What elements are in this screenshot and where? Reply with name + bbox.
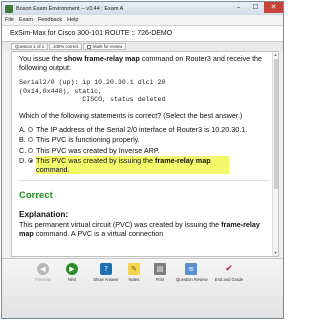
exam-title: ExSim-Max for Cisco 300-101 ROUTE :: 726… [10, 30, 173, 37]
vertical-scrollbar[interactable]: ▲ ▼ [272, 52, 278, 256]
question-text-lead: You issue the [19, 54, 64, 63]
maximize-button[interactable]: ☐ [247, 2, 264, 13]
explanation-tail: command. A PVC is a virtual connection [33, 229, 164, 239]
menu-file[interactable]: File [5, 17, 14, 23]
answer-letter: C. [19, 145, 27, 155]
question-pane: You issue the show frame-relay map comma… [11, 51, 279, 257]
divider [19, 180, 269, 182]
answer-text-lead: This PVC was created by issuing the [36, 155, 156, 165]
answer-text: This PVC was created by issuing the fram… [36, 155, 229, 175]
end-and-grade-icon: ✔ [225, 264, 233, 274]
answer-text: This PVC is functioning properly. [36, 135, 140, 145]
scroll-thumb[interactable] [273, 59, 278, 189]
show-answer-label: Show Answer [93, 277, 119, 282]
print-icon: ▤ [154, 263, 166, 275]
previous-button[interactable]: ◀ Previous [28, 263, 58, 287]
checkbox-icon[interactable] [87, 44, 92, 49]
answer-command: frame-relay map [155, 155, 211, 165]
explanation-lead: This permanent virtual circuit (PVC) was… [19, 220, 222, 230]
notes-icon: ✎ [128, 263, 140, 275]
question-content: You issue the show frame-relay map comma… [19, 54, 269, 238]
answer-option-a[interactable]: A. The IP address of the Serial 2/0 inte… [19, 125, 269, 134]
answer-text-tail: command. [36, 165, 70, 175]
end-and-grade-label: End and Grade [214, 277, 244, 282]
explanation-text: This permanent virtual circuit (PVC) was… [19, 220, 269, 238]
minimize-button[interactable]: – [230, 2, 247, 13]
menu-bar: File Exam Feedback Help [2, 15, 283, 25]
question-prompt: Which of the following statements is cor… [19, 111, 243, 121]
answer-option-c[interactable]: C. This PVC was created by Inverse ARP. [19, 146, 269, 155]
question-review-button[interactable]: ≡ Question Review [176, 263, 208, 287]
radio-button[interactable] [28, 147, 33, 153]
next-arrow-icon: ▶ [66, 263, 78, 275]
app-icon [5, 4, 13, 13]
question-counter: Question 1 of 1 [11, 43, 49, 50]
scroll-up-icon[interactable]: ▲ [273, 52, 278, 58]
answer-option-b[interactable]: B. This PVC is functioning properly. [19, 135, 269, 144]
answer-text: This PVC was created by Inverse ARP. [36, 145, 160, 155]
mark-for-review-checkbox[interactable]: Mark for review [83, 43, 127, 50]
menu-exam[interactable]: Exam [19, 17, 33, 23]
answer-letter: D. [19, 155, 27, 165]
question-text: You issue the show frame-relay map comma… [19, 54, 269, 72]
radio-button[interactable] [28, 127, 33, 133]
question-review-icon: ≡ [185, 263, 197, 275]
print-button[interactable]: ▤ Print [145, 263, 175, 287]
show-answer-icon: ? [100, 263, 112, 275]
window-title: Boson Exam Environment -- v3.44 : Exam A [16, 5, 124, 12]
exam-window: Boson Exam Environment -- v3.44 : Exam A… [1, 1, 284, 319]
answer-option-d[interactable]: D. This PVC was created by issuing the f… [19, 155, 269, 175]
question-review-label: Question Review [176, 277, 208, 282]
next-label: Next [67, 277, 77, 282]
end-and-grade-button[interactable]: ✔ End and Grade [214, 263, 244, 287]
result-label: Correct [19, 190, 53, 202]
title-bar: Boson Exam Environment -- v3.44 : Exam A… [2, 2, 283, 15]
percent-correct: 100% correct [49, 43, 83, 50]
answer-text: The IP address of the Serial 2/0 interfa… [36, 125, 248, 135]
scroll-down-icon[interactable]: ▼ [273, 250, 278, 256]
menu-feedback[interactable]: Feedback [38, 17, 62, 23]
status-strip: Question 1 of 1 100% correct Mark for re… [2, 42, 283, 51]
radio-button[interactable] [28, 137, 33, 143]
print-label: Print [155, 277, 165, 282]
menu-help[interactable]: Help [67, 17, 78, 23]
show-answer-button[interactable]: ? Show Answer [91, 263, 121, 287]
next-button[interactable]: ▶ Next [57, 263, 87, 287]
question-command: show frame-relay map [63, 54, 140, 63]
close-button[interactable]: ✕ [264, 2, 283, 13]
previous-label: Previous [34, 277, 52, 282]
radio-button-selected[interactable] [28, 157, 33, 163]
window-controls: – ☐ ✕ [230, 2, 283, 14]
explanation-heading: Explanation: [19, 210, 69, 220]
previous-arrow-icon: ◀ [37, 263, 49, 275]
mark-for-review-label: Mark for review [92, 43, 123, 49]
answer-letter: B. [19, 135, 26, 145]
answer-letter: A. [19, 125, 26, 135]
answer-list: A. The IP address of the Serial 2/0 inte… [19, 125, 269, 175]
exam-header: ExSim-Max for Cisco 300-101 ROUTE :: 726… [2, 25, 283, 42]
bottom-toolbar: ◀ Previous ▶ Next ? Show Answer ✎ Notes … [2, 258, 283, 318]
command-output: Serial2/0 (up): ip 10.20.30.1 dlci 20 (0… [19, 79, 166, 103]
